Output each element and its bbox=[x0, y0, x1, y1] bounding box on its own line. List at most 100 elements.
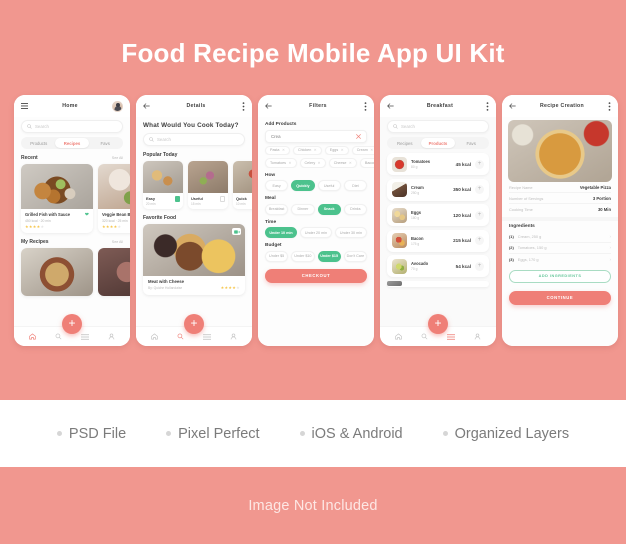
filter-chip[interactable]: Tomatoes ✕ bbox=[265, 158, 297, 168]
menu-icon[interactable] bbox=[446, 333, 455, 340]
tab-products[interactable]: Products bbox=[22, 138, 55, 148]
tab-recipes[interactable]: Recipes bbox=[388, 138, 421, 148]
more-options-icon[interactable] bbox=[364, 101, 367, 111]
ingredient-row[interactable]: (1) Cream, 250 g › bbox=[509, 232, 611, 243]
list-item[interactable]: Tomatoes 80 g 45 kcal + bbox=[387, 153, 489, 175]
popular-card[interactable]: Easy 20 min bbox=[143, 161, 183, 209]
tab-favs[interactable]: Favs bbox=[89, 138, 122, 148]
recipe-card[interactable] bbox=[98, 248, 130, 296]
chip-remove-icon[interactable]: ✕ bbox=[289, 161, 292, 165]
back-arrow-icon[interactable] bbox=[387, 103, 394, 109]
video-icon[interactable] bbox=[232, 228, 241, 235]
tab-products[interactable]: Products bbox=[421, 138, 455, 148]
list-item[interactable]: Bacon 175 g 215 kcal + bbox=[387, 229, 489, 252]
back-arrow-icon[interactable] bbox=[265, 103, 272, 109]
filter-chip[interactable]: Celery ✕ bbox=[299, 158, 326, 168]
recipe-card[interactable]: Grilled Fish with Sauce 450 kcal · 20 mi… bbox=[21, 164, 93, 233]
option-snack[interactable]: Snack bbox=[317, 203, 341, 215]
add-fab[interactable]: + bbox=[62, 314, 82, 334]
see-all-link[interactable]: See All bbox=[112, 240, 123, 244]
chip-remove-icon[interactable]: ✕ bbox=[349, 161, 352, 165]
recipe-rail-my-recipes[interactable] bbox=[14, 248, 130, 296]
checkout-button[interactable]: CHECKOUT bbox=[265, 268, 367, 283]
favorite-food-card[interactable]: Meat with Cheese By: Quiche Hollandaise … bbox=[143, 224, 245, 295]
close-icon[interactable] bbox=[356, 133, 361, 139]
search-input[interactable]: Search bbox=[143, 133, 245, 146]
profile-icon[interactable] bbox=[108, 333, 115, 340]
filter-chip[interactable]: Cheese ✕ bbox=[328, 158, 357, 168]
recipe-card[interactable] bbox=[21, 248, 93, 296]
option-useful[interactable]: Useful bbox=[317, 180, 341, 191]
filter-chip[interactable]: Bacon✕ bbox=[359, 158, 374, 168]
bookmark-icon[interactable] bbox=[220, 196, 225, 202]
chevron-right-icon[interactable]: › bbox=[610, 257, 612, 262]
search-icon[interactable] bbox=[177, 333, 184, 340]
continue-button[interactable]: CONTINUE bbox=[509, 290, 611, 305]
option-diet[interactable]: Diet bbox=[343, 180, 367, 191]
avatar[interactable] bbox=[112, 100, 123, 112]
menu-icon[interactable] bbox=[80, 333, 89, 340]
add-ingredients-button[interactable]: ADD INGREDIENTS bbox=[509, 269, 611, 283]
option-drinks[interactable]: Drinks bbox=[343, 203, 367, 215]
recipe-card[interactable]: Veggie Bean Bowl 320 kcal · 25 min ★★★★★ bbox=[98, 164, 130, 233]
chip-remove-icon[interactable]: ✕ bbox=[370, 148, 373, 152]
search-icon[interactable] bbox=[55, 333, 62, 340]
plus-icon[interactable]: + bbox=[475, 185, 484, 194]
home-icon[interactable] bbox=[29, 333, 37, 340]
chip-remove-icon[interactable]: ✕ bbox=[318, 161, 321, 165]
ingredient-row[interactable]: (3) Eggs, 170 g › bbox=[509, 254, 611, 265]
home-icon[interactable] bbox=[151, 333, 159, 340]
option-under-5[interactable]: Under $5 bbox=[265, 250, 289, 262]
add-fab[interactable]: + bbox=[184, 314, 204, 334]
profile-icon[interactable] bbox=[474, 333, 481, 340]
option-under-15[interactable]: Under $15 bbox=[317, 250, 341, 262]
filter-chip[interactable]: Pasta ✕ bbox=[265, 145, 290, 155]
more-options-icon[interactable] bbox=[608, 101, 611, 111]
back-arrow-icon[interactable] bbox=[509, 103, 516, 109]
field-servings[interactable]: Number of Servings 3 Portion bbox=[509, 193, 611, 204]
hamburger-icon[interactable] bbox=[21, 103, 28, 109]
menu-icon[interactable] bbox=[202, 333, 211, 340]
list-item[interactable]: Eggs 180 g 120 kcal + bbox=[387, 204, 489, 226]
field-cooking-time[interactable]: Cooking Time 30 Min bbox=[509, 204, 611, 215]
chip-remove-icon[interactable]: ✕ bbox=[341, 148, 344, 152]
popular-card[interactable]: Useful 15 min bbox=[188, 161, 228, 209]
filter-chip[interactable]: Eggs ✕ bbox=[324, 145, 349, 155]
filter-chip[interactable]: Chicken ✕ bbox=[292, 145, 322, 155]
plus-icon[interactable]: + bbox=[475, 159, 484, 169]
tab-favs[interactable]: Favs bbox=[455, 138, 488, 148]
home-icon[interactable] bbox=[395, 333, 403, 340]
search-input[interactable]: Search bbox=[21, 120, 123, 133]
profile-icon[interactable] bbox=[230, 333, 237, 340]
plus-icon[interactable]: + bbox=[475, 210, 484, 220]
list-item-partial[interactable] bbox=[387, 280, 489, 287]
back-arrow-icon[interactable] bbox=[143, 103, 150, 109]
more-options-icon[interactable] bbox=[486, 101, 489, 111]
option-breakfast[interactable]: Breakfast bbox=[265, 203, 289, 215]
chevron-right-icon[interactable]: › bbox=[610, 245, 612, 250]
option-dinner[interactable]: Dinner bbox=[291, 203, 315, 215]
option-under-20-min[interactable]: Under 20 min bbox=[300, 227, 332, 238]
plus-icon[interactable]: + bbox=[475, 261, 484, 271]
chevron-right-icon[interactable]: › bbox=[610, 234, 612, 239]
more-options-icon[interactable] bbox=[242, 101, 245, 111]
field-recipe-name[interactable]: Recipe Name Vegetable Pizza bbox=[509, 182, 611, 193]
chip-remove-icon[interactable]: ✕ bbox=[314, 148, 317, 152]
search-input[interactable]: Search bbox=[387, 120, 489, 133]
option-under-10[interactable]: Under $10 bbox=[291, 250, 315, 262]
option-quickly[interactable]: Quickly bbox=[291, 180, 315, 191]
tab-recipes[interactable]: Recipes bbox=[55, 138, 89, 148]
list-item[interactable]: Cream 250 g 350 kcal + bbox=[387, 178, 489, 201]
popular-rail[interactable]: Easy 20 min Useful 15 min Quick 10 min bbox=[136, 161, 252, 209]
see-all-link[interactable]: See All bbox=[112, 156, 123, 160]
chip-remove-icon[interactable]: ✕ bbox=[282, 148, 285, 152]
search-icon[interactable] bbox=[421, 333, 428, 340]
plus-icon[interactable]: + bbox=[475, 236, 484, 245]
option-under-30-min[interactable]: Under 30 min bbox=[335, 227, 367, 238]
popular-card[interactable]: Quick 10 min bbox=[233, 161, 252, 209]
list-item[interactable]: Avocado 70 g 54 kcal + bbox=[387, 255, 489, 277]
option-under-10-min[interactable]: Under 10 min bbox=[265, 227, 297, 238]
heart-icon[interactable]: ❤ bbox=[85, 212, 89, 218]
filter-chip[interactable]: Cream ✕ bbox=[351, 145, 374, 155]
add-products-input[interactable]: Crea bbox=[265, 129, 367, 143]
